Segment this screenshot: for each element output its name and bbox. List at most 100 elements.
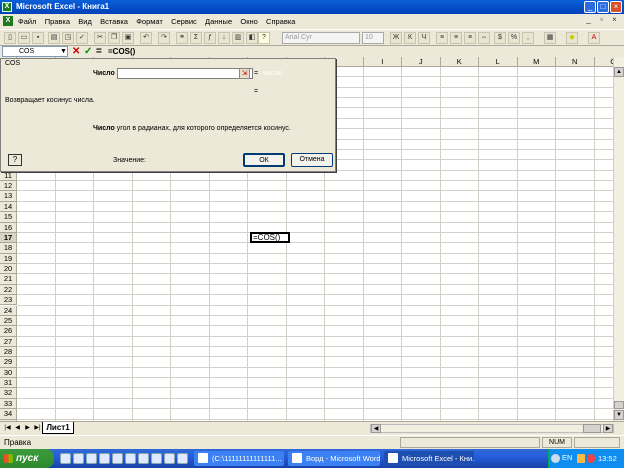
- thousands-icon[interactable]: ,: [522, 32, 534, 44]
- preview-icon[interactable]: ◳: [62, 32, 74, 44]
- scroll-down-icon[interactable]: ▼: [614, 410, 624, 420]
- currency-icon[interactable]: $: [494, 32, 506, 44]
- sort-asc-icon[interactable]: ↓: [218, 32, 230, 44]
- row-header[interactable]: 17: [0, 232, 17, 244]
- enter-formula-icon[interactable]: ✓: [84, 46, 92, 57]
- row-header[interactable]: 33: [0, 398, 17, 410]
- tray-security-icon[interactable]: [587, 454, 595, 463]
- copy-icon[interactable]: ❐: [108, 32, 120, 44]
- paste-icon[interactable]: ▣: [122, 32, 134, 44]
- tray-volume-icon[interactable]: [577, 454, 585, 463]
- next-sheet-icon[interactable]: ▶: [23, 424, 32, 433]
- name-dropdown-icon[interactable]: ▼: [60, 46, 67, 57]
- hscroll-thumb[interactable]: [583, 424, 601, 433]
- align-right-icon[interactable]: ≡: [464, 32, 476, 44]
- row-header[interactable]: 16: [0, 222, 17, 233]
- chart-icon[interactable]: ▥: [232, 32, 244, 44]
- align-left-icon[interactable]: ≡: [436, 32, 448, 44]
- hyperlink-icon[interactable]: ⚭: [176, 32, 188, 44]
- prev-sheet-icon[interactable]: ◀: [13, 424, 22, 433]
- function-icon[interactable]: ƒ: [204, 32, 216, 44]
- tray-network-icon[interactable]: [551, 454, 560, 463]
- quicklaunch-app-icon[interactable]: [164, 453, 175, 464]
- start-button[interactable]: пуск: [0, 449, 54, 468]
- formula-input[interactable]: =COS(): [108, 46, 135, 57]
- name-box[interactable]: COS: [2, 46, 68, 57]
- row-header[interactable]: 14: [0, 201, 17, 213]
- quicklaunch-word-icon[interactable]: [99, 453, 110, 464]
- row-header[interactable]: 25: [0, 315, 17, 327]
- column-header[interactable]: N: [556, 57, 595, 67]
- size-combo[interactable]: 10: [362, 32, 384, 44]
- row-header[interactable]: 24: [0, 305, 17, 316]
- quicklaunch-media-icon[interactable]: [73, 453, 84, 464]
- menu-insert[interactable]: Вставка: [100, 17, 128, 26]
- row-header[interactable]: 11: [0, 170, 17, 182]
- row-header[interactable]: 28: [0, 346, 17, 358]
- row-header[interactable]: 19: [0, 253, 17, 265]
- scroll-up-icon[interactable]: ▲: [614, 67, 624, 77]
- ok-button[interactable]: ОК: [243, 153, 285, 167]
- menu-window[interactable]: Окно: [240, 17, 257, 26]
- help-button[interactable]: ?: [8, 154, 22, 166]
- excel-app-icon[interactable]: X: [2, 2, 12, 12]
- row-header[interactable]: 20: [0, 264, 17, 275]
- italic-icon[interactable]: К: [404, 32, 416, 44]
- vertical-scrollbar[interactable]: ▲ ▼: [613, 57, 624, 421]
- cut-icon[interactable]: ✂: [94, 32, 106, 44]
- row-header[interactable]: 31: [0, 378, 17, 389]
- row-header[interactable]: 34: [0, 409, 17, 420]
- argument-input[interactable]: [117, 68, 253, 79]
- maximize-icon[interactable]: □: [597, 1, 609, 13]
- quicklaunch-desktop-icon[interactable]: [60, 453, 71, 464]
- scroll-left-icon[interactable]: ◀: [371, 424, 381, 433]
- first-sheet-icon[interactable]: |◀: [3, 424, 12, 433]
- menu-view[interactable]: Вид: [78, 17, 92, 26]
- row-header[interactable]: 23: [0, 295, 17, 306]
- print-icon[interactable]: ▤: [48, 32, 60, 44]
- task-word[interactable]: Ворд - Microsoft Word: [288, 451, 380, 466]
- quicklaunch-ie-icon[interactable]: [112, 453, 123, 464]
- row-header[interactable]: 32: [0, 388, 17, 399]
- bold-icon[interactable]: Ж: [390, 32, 402, 44]
- new-icon[interactable]: ▯: [4, 32, 16, 44]
- open-icon[interactable]: ▭: [18, 32, 30, 44]
- scroll-right-icon[interactable]: ▶: [603, 424, 613, 433]
- quicklaunch-other-icon[interactable]: [177, 453, 188, 464]
- row-header[interactable]: 18: [0, 243, 17, 254]
- task-explorer[interactable]: (C:\11111111111111...: [194, 451, 284, 466]
- row-header[interactable]: 21: [0, 274, 17, 285]
- horizontal-scrollbar[interactable]: ◀ ▶: [370, 424, 614, 433]
- quicklaunch-folder-icon[interactable]: [86, 453, 97, 464]
- minimize-icon[interactable]: _: [584, 1, 596, 13]
- quicklaunch-outlook-icon[interactable]: [151, 453, 162, 464]
- row-header[interactable]: 22: [0, 284, 17, 296]
- menu-file[interactable]: Файл: [18, 17, 36, 26]
- row-header[interactable]: 27: [0, 336, 17, 347]
- align-center-icon[interactable]: ≡: [450, 32, 462, 44]
- active-cell[interactable]: =COS(): [250, 231, 290, 243]
- column-header[interactable]: I: [363, 57, 402, 67]
- autosum-icon[interactable]: Σ: [190, 32, 202, 44]
- menu-format[interactable]: Формат: [136, 17, 163, 26]
- row-header[interactable]: 29: [0, 357, 17, 368]
- close-icon[interactable]: ×: [610, 1, 622, 13]
- fill-color-icon[interactable]: ◆: [566, 32, 578, 44]
- underline-icon[interactable]: Ч: [418, 32, 430, 44]
- column-header[interactable]: L: [479, 57, 518, 67]
- spelling-icon[interactable]: ✓: [76, 32, 88, 44]
- save-icon[interactable]: ▪: [32, 32, 44, 44]
- menu-edit[interactable]: Правка: [45, 17, 70, 26]
- menu-data[interactable]: Данные: [205, 17, 232, 26]
- doc-restore-icon[interactable]: ▫: [597, 16, 606, 25]
- merge-icon[interactable]: ⇔: [478, 32, 490, 44]
- menu-tools[interactable]: Сервис: [171, 17, 197, 26]
- drawing-icon[interactable]: ◧: [246, 32, 258, 44]
- help-icon[interactable]: ?: [258, 32, 270, 44]
- cancel-button[interactable]: Отмена: [291, 153, 333, 167]
- quicklaunch-excel-icon[interactable]: [138, 453, 149, 464]
- doc-close-icon[interactable]: ×: [610, 16, 619, 25]
- percent-icon[interactable]: %: [508, 32, 520, 44]
- font-color-icon[interactable]: A: [588, 32, 600, 44]
- redo-icon[interactable]: ↷: [158, 32, 170, 44]
